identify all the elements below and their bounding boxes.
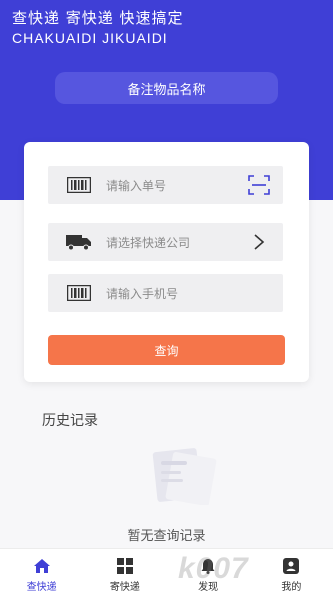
tab-label: 寄快递 [109,582,140,593]
query-card: 请输入单号 请选择快递公司 请输入手机号 查询 [24,142,309,382]
tracking-number-placeholder: 请输入单号 [106,178,167,193]
grid-icon [116,557,134,575]
history-title: 历史记录 [42,413,98,429]
chevron-right-icon [247,230,271,254]
phone-number-placeholder: 请输入手机号 [106,286,179,301]
phone-number-input[interactable]: 请输入手机号 [48,274,283,312]
profile-icon [282,557,300,575]
tab-profile[interactable]: 我的 [250,549,333,594]
bottom-tab-bar: 查快递 寄快递 发现 我的 [0,548,333,594]
tab-query[interactable]: 查快递 [0,549,83,594]
courier-company-select[interactable]: 请选择快递公司 [48,223,283,261]
barcode-icon [66,284,92,302]
header-title: 查快递 寄快递 快速搞定 [12,9,184,27]
note-item-name-button[interactable]: 备注物品名称 [55,72,278,104]
tab-label: 我的 [281,582,302,593]
tracking-number-input[interactable]: 请输入单号 [48,166,283,204]
query-button[interactable]: 查询 [48,335,285,365]
tab-label: 查快递 [26,582,57,593]
empty-document-icon [145,447,219,506]
header-subtitle: CHAKUAIDI JIKUAIDI [12,30,168,46]
barcode-icon [66,176,92,194]
tab-send[interactable]: 寄快递 [83,549,166,594]
truck-icon [66,233,92,251]
courier-company-placeholder: 请选择快递公司 [106,235,191,250]
home-icon [33,557,51,575]
watermark-logo: k007 [178,552,249,585]
empty-history-text: 暂无查询记录 [127,529,206,544]
scan-icon[interactable] [247,173,271,197]
